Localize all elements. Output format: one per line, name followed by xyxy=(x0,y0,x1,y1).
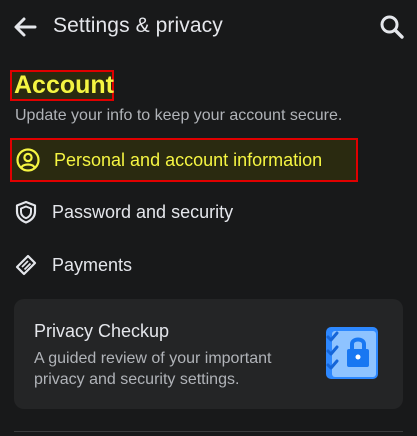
account-section-description: Update your info to keep your account se… xyxy=(15,107,343,124)
payments-label: Payments xyxy=(52,254,133,275)
privacy-checkup-card[interactable]: Privacy Checkup A guided review of your … xyxy=(14,299,403,409)
tag-icon xyxy=(12,251,40,279)
password-security-item[interactable]: Password and security xyxy=(10,190,407,234)
bottom-divider xyxy=(14,431,403,432)
payments-item[interactable]: Payments xyxy=(10,243,407,287)
shield-icon xyxy=(12,198,40,226)
search-button[interactable] xyxy=(375,10,409,44)
person-circle-icon xyxy=(14,146,42,174)
page-title: Settings & privacy xyxy=(53,14,223,37)
header-bar: Settings & privacy xyxy=(0,0,417,56)
personal-account-info-item[interactable]: Personal and account information xyxy=(10,138,358,182)
privacy-checkup-title: Privacy Checkup xyxy=(34,321,170,341)
back-button[interactable] xyxy=(8,10,42,44)
arrow-left-icon xyxy=(14,17,37,37)
password-security-label: Password and security xyxy=(52,201,234,222)
personal-account-info-label: Personal and account information xyxy=(54,149,323,170)
search-icon xyxy=(380,15,404,39)
clipboard-lock-icon xyxy=(326,327,378,379)
settings-privacy-screen: Settings & privacy Account Update your i… xyxy=(0,0,417,436)
account-section-title: Account xyxy=(14,71,114,99)
privacy-checkup-description: A guided review of your important privac… xyxy=(34,350,272,388)
